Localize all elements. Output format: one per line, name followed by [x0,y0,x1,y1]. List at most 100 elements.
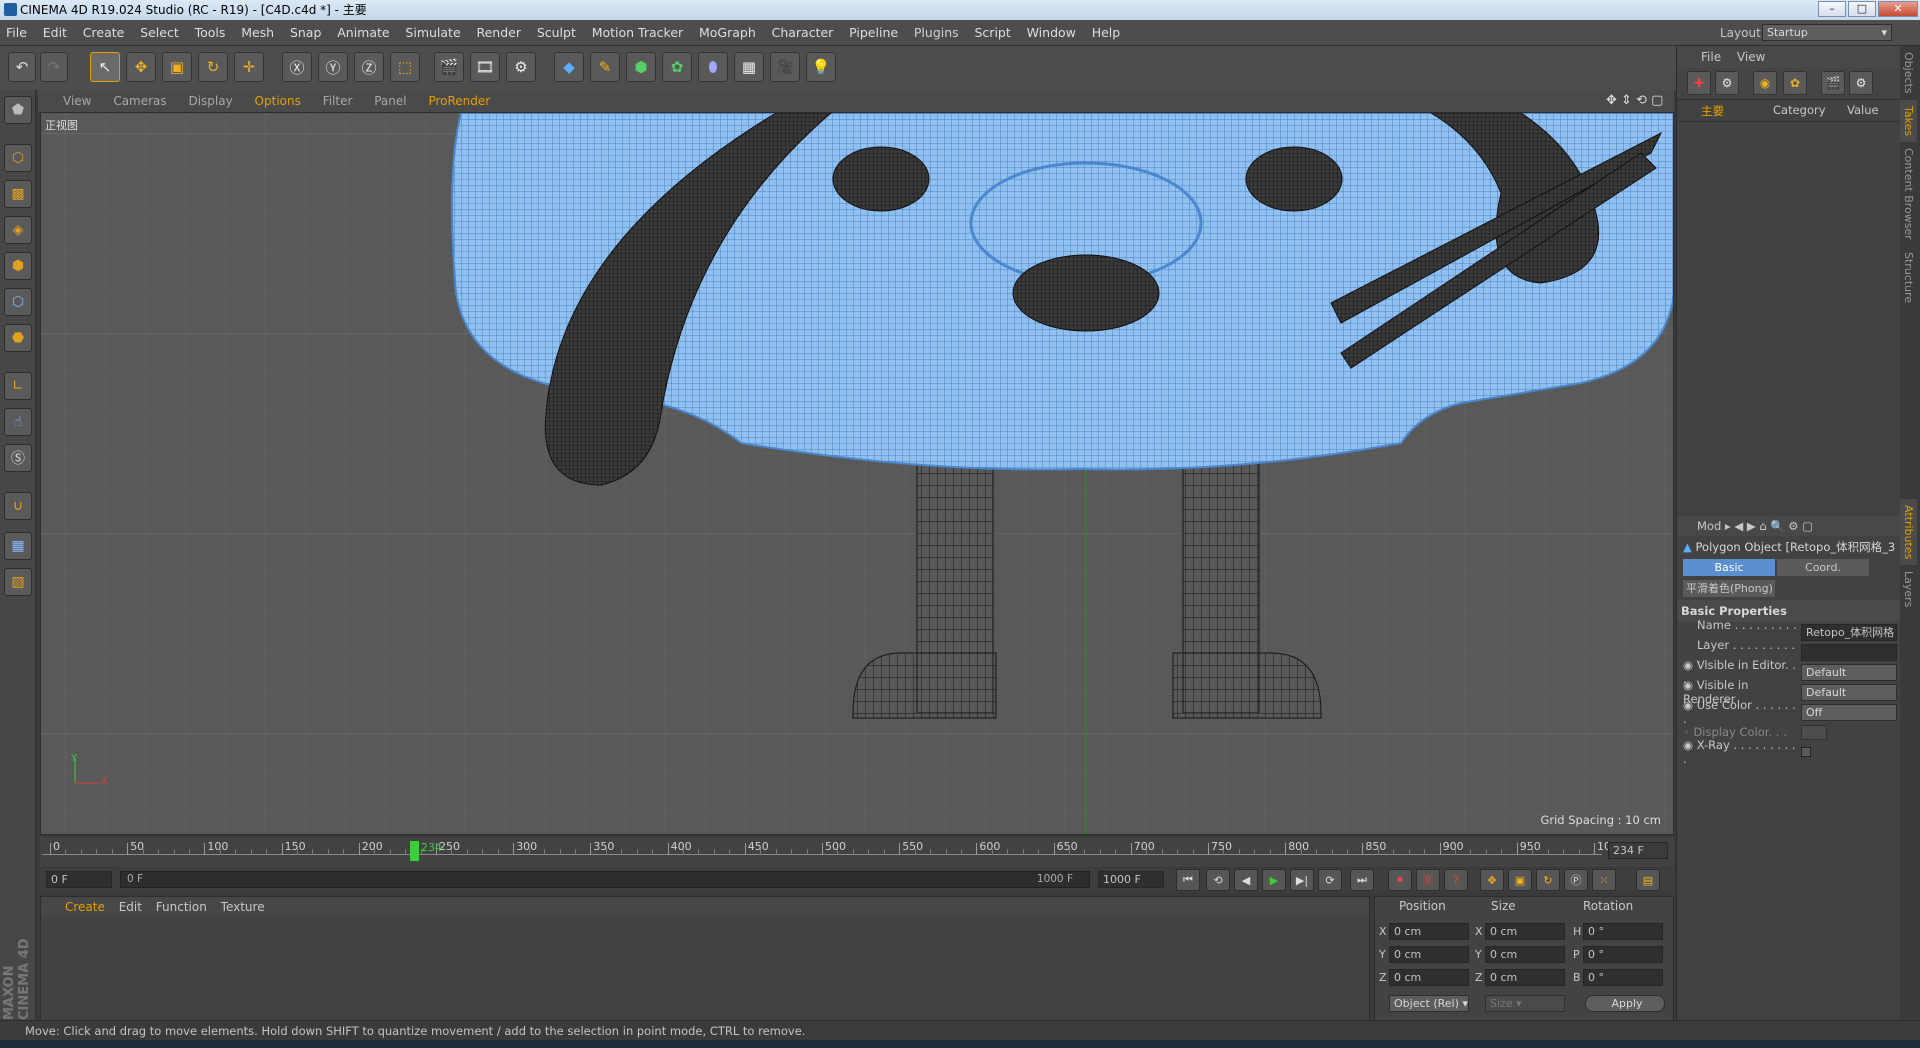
next-keyframe-icon[interactable]: ⟳ [1318,869,1342,891]
render-settings-icon[interactable]: ⚙ [506,52,536,82]
take-render-icon[interactable]: 🎬 [1821,71,1845,95]
viewport-menu-filter[interactable]: Filter [314,90,362,112]
live-selection-icon[interactable]: ✛ [234,52,264,82]
prop-visible-editor-dropdown[interactable]: Default [1801,663,1897,681]
prop-display-color-swatch[interactable] [1801,724,1827,740]
menu-create[interactable]: Create [77,20,131,46]
menu-pipeline[interactable]: Pipeline [843,20,904,46]
prop-layer-field[interactable] [1801,643,1897,661]
menu-animate[interactable]: Animate [331,20,395,46]
coord-rot-b[interactable]: 0 ° [1583,969,1663,986]
take-lock-icon[interactable]: ✿ [1783,71,1807,95]
close-button[interactable]: ✕ [1878,1,1918,17]
viewport-menu-cameras[interactable]: Cameras [104,90,175,112]
coord-rot-p[interactable]: 0 ° [1583,946,1663,963]
prev-frame-icon[interactable]: ◀ [1234,869,1258,891]
next-frame-icon[interactable]: ▶| [1290,869,1314,891]
keyframe-selection-icon[interactable]: ? [1444,869,1468,891]
attributes-mode-menu[interactable]: Mod [1697,519,1721,533]
key-parameter-icon[interactable]: Ⓟ [1564,869,1588,891]
model-mode-icon[interactable]: ⬡ [4,144,32,172]
tweak-mode-icon[interactable]: ☝ [4,408,32,436]
polygons-mode-icon[interactable]: ⬣ [4,324,32,352]
z-axis-lock-icon[interactable]: Ⓩ [354,52,384,82]
menu-script[interactable]: Script [969,20,1017,46]
record-icon[interactable]: ⏺ [1388,869,1412,891]
workplane-mode-icon[interactable]: ◈ [4,216,32,244]
goto-end-icon[interactable]: ⏭ [1350,869,1374,891]
points-mode-icon[interactable]: ⬢ [4,252,32,280]
take-new-icon[interactable]: ✚ [1687,71,1711,95]
current-frame-field[interactable]: 234 F [1608,842,1668,859]
menu-simulate[interactable]: Simulate [399,20,466,46]
maximize-button[interactable]: □ [1848,1,1876,17]
floor-icon[interactable]: ▦ [734,52,764,82]
timeline-playhead[interactable] [410,841,419,861]
menu-edit[interactable]: Edit [37,20,73,46]
menu-mesh[interactable]: Mesh [235,20,280,46]
make-editable-icon[interactable]: ⬟ [4,96,32,124]
play-icon[interactable]: ▶ [1262,869,1286,891]
coordinate-system-icon[interactable]: ⬚ [390,52,420,82]
coord-size-z[interactable]: 0 cm [1485,969,1565,986]
menu-window[interactable]: Window [1021,20,1082,46]
viewport-menu-view[interactable]: View [54,90,100,112]
prop-name-field[interactable]: Retopo_体积网格 [1801,623,1897,641]
y-axis-lock-icon[interactable]: Ⓨ [318,52,348,82]
array-cloner-icon[interactable]: ✿ [662,52,692,82]
objects-menu-file[interactable]: File [1701,50,1721,64]
viewport-menu-options[interactable]: Options [246,90,310,112]
side-tab-content-browser[interactable]: Content Browser [1900,142,1917,246]
menu-tools[interactable]: Tools [189,20,232,46]
side-tab-layers[interactable]: Layers [1900,565,1917,613]
coord-pos-y[interactable]: 0 cm [1389,946,1469,963]
x-axis-lock-icon[interactable]: Ⓧ [282,52,312,82]
key-position-icon[interactable]: ✥ [1480,869,1504,891]
material-menu-texture[interactable]: Texture [221,900,265,914]
prop-use-color-dropdown[interactable]: Off [1801,703,1897,721]
render-view-icon[interactable]: 🎬 [434,52,464,82]
end-frame-field[interactable]: 1000 F [1098,871,1164,888]
key-pla-icon[interactable]: ⁙ [1592,869,1616,891]
spline-pen-icon[interactable]: ✎ [590,52,620,82]
camera-icon[interactable]: 🎥 [770,52,800,82]
side-tab-structure[interactable]: Structure [1900,246,1917,309]
coord-pos-x[interactable]: 0 cm [1389,923,1469,940]
minimize-button[interactable]: – [1818,1,1846,17]
menu-render[interactable]: Render [470,20,527,46]
take-auto-icon[interactable]: ◉ [1753,71,1777,95]
render-picture-viewer-icon[interactable]: 🎞 [470,52,500,82]
start-frame-field[interactable]: 0 F [46,871,112,888]
subdivision-surface-icon[interactable]: ⬢ [626,52,656,82]
texture-mode-icon[interactable]: ▩ [4,180,32,208]
objects-menu-view[interactable]: View [1737,50,1765,64]
tab-phong[interactable]: 平滑着色(Phong) [1683,580,1775,597]
light-icon[interactable]: 💡 [806,52,836,82]
scale-tool-icon[interactable]: ▣ [162,52,192,82]
prop-xray-checkbox[interactable] [1801,747,1811,757]
side-tab-objects[interactable]: Objects [1900,46,1917,100]
menu-file[interactable]: File [0,20,33,46]
coord-mode-dropdown[interactable]: Object (Rel) ▾ [1389,995,1469,1012]
edges-mode-icon[interactable]: ⬡ [4,288,32,316]
prop-visible-renderer-dropdown[interactable]: Default [1801,683,1897,701]
side-tab-takes[interactable]: Takes [1900,99,1917,142]
menu-sculpt[interactable]: Sculpt [531,20,582,46]
menu-snap[interactable]: Snap [284,20,327,46]
select-tool-icon[interactable]: ↖ [90,52,120,82]
prev-keyframe-icon[interactable]: ⟲ [1206,869,1230,891]
rotate-tool-icon[interactable]: ↻ [198,52,228,82]
frame-range-slider[interactable]: 0 F 1000 F [120,871,1090,888]
timeline-window-icon[interactable]: ▤ [1636,869,1660,891]
coord-rot-h[interactable]: 0 ° [1583,923,1663,940]
menu-select[interactable]: Select [134,20,185,46]
lock-workplane-icon[interactable]: ▦ [4,532,32,560]
timeline-ruler[interactable]: 0 50 100 150 200 250 300 350 400 450 500 550 600 650 7… [40,837,1674,867]
solo-mode-icon[interactable]: Ⓢ [4,444,32,472]
move-tool-icon[interactable]: ✥ [126,52,156,82]
key-rotation-icon[interactable]: ↻ [1536,869,1560,891]
coord-size-x[interactable]: 0 cm [1485,923,1565,940]
layout-dropdown[interactable]: Startup ▾ [1762,24,1892,41]
material-menu-edit[interactable]: Edit [119,900,142,914]
take-override-icon[interactable]: ⚙ [1715,71,1739,95]
